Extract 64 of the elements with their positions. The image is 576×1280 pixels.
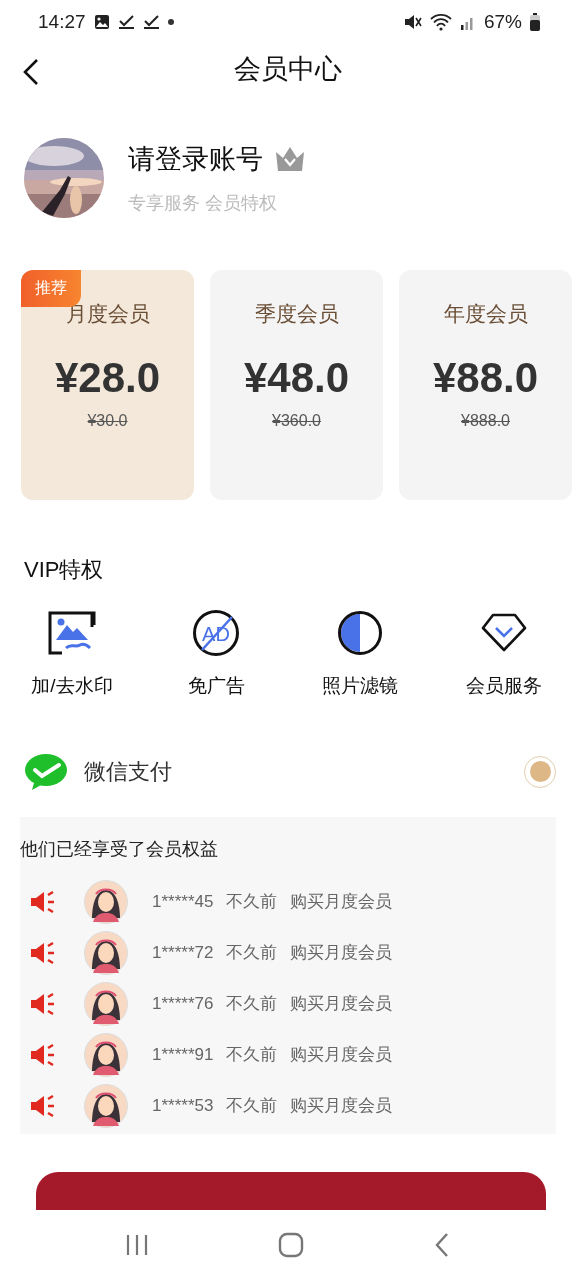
- plan-card[interactable]: 季度会员 ¥48.0 ¥360.0: [210, 269, 383, 500]
- plan-price: ¥88.0: [432, 353, 539, 402]
- clock: 14:27: [38, 10, 86, 33]
- purchase-note: 购买月度会员: [290, 1095, 393, 1118]
- purchase-note: 购买月度会员: [290, 891, 393, 914]
- original-price: ¥888.0: [461, 411, 510, 430]
- recent-apps-icon: [124, 1233, 149, 1257]
- masked-user-id: 1*****72: [152, 942, 214, 963]
- perk-label: 会员服务: [466, 673, 542, 698]
- mute-icon: [403, 12, 422, 31]
- section-title: VIP特权: [24, 555, 105, 584]
- profile-subtitle: 专享服务 会员特权: [128, 191, 278, 215]
- payment-method: 微信支付: [84, 757, 173, 786]
- avatar: [84, 1083, 128, 1128]
- dot-icon: [167, 18, 174, 25]
- plan-name: 季度会员: [254, 300, 339, 327]
- plan-card[interactable]: 月度会员 ¥28.0 ¥30.0 推荐: [21, 269, 194, 500]
- section-title: 他们已经享受了会员权益: [20, 838, 218, 859]
- plan-card[interactable]: 年度会员 ¥88.0 ¥888.0: [399, 269, 572, 500]
- diamond-icon: [481, 612, 527, 653]
- battery-percent: 67%: [483, 10, 522, 33]
- speaker-icon: [30, 1042, 56, 1067]
- page-title: 会员中心: [234, 53, 342, 87]
- home-icon: [278, 1232, 304, 1258]
- purchase-note: 购买月度会员: [290, 942, 393, 965]
- plan-price: ¥48.0: [243, 353, 350, 402]
- masked-user-id: 1*****45: [152, 891, 214, 912]
- masked-user-id: 1*****53: [152, 1095, 214, 1116]
- time-label: 不久前: [226, 942, 278, 965]
- original-price: ¥30.0: [87, 411, 128, 430]
- speaker-icon: [30, 889, 56, 914]
- login-prompt[interactable]: 请登录账号: [128, 140, 263, 177]
- avatar: [84, 879, 128, 924]
- purchase-button[interactable]: [36, 1171, 546, 1210]
- purchase-note: 购买月度会员: [290, 993, 393, 1016]
- avatar: [84, 981, 128, 1026]
- plan-price: ¥28.0: [54, 353, 161, 402]
- avatar: [84, 930, 128, 975]
- wifi-icon: [429, 12, 452, 31]
- speaker-icon: [30, 940, 56, 965]
- battery-icon: [530, 12, 540, 31]
- masked-user-id: 1*****76: [152, 993, 214, 1014]
- perk-label: 加/去水印: [31, 673, 113, 698]
- image-icon: [93, 13, 110, 30]
- avatar: [84, 1032, 128, 1077]
- chat-check-icon: [24, 752, 68, 791]
- perk-label: 照片滤镜: [322, 673, 398, 698]
- purchase-note: 购买月度会员: [290, 1044, 393, 1067]
- time-label: 不久前: [226, 1095, 278, 1118]
- perk-label: 免广告: [187, 673, 245, 698]
- speaker-icon: [30, 991, 56, 1016]
- original-price: ¥360.0: [272, 411, 321, 430]
- speaker-icon: [30, 1093, 56, 1118]
- time-label: 不久前: [226, 1044, 278, 1067]
- check-icon: [117, 13, 135, 30]
- check-icon: [142, 13, 160, 30]
- masked-user-id: 1*****91: [152, 1044, 214, 1065]
- crown-icon: [275, 145, 305, 172]
- time-label: 不久前: [226, 993, 278, 1016]
- image-icon: [48, 610, 96, 655]
- time-label: 不久前: [226, 891, 278, 914]
- half-circle-icon: [337, 609, 383, 656]
- plan-name: 年度会员: [443, 300, 528, 327]
- radio-button[interactable]: [524, 755, 556, 788]
